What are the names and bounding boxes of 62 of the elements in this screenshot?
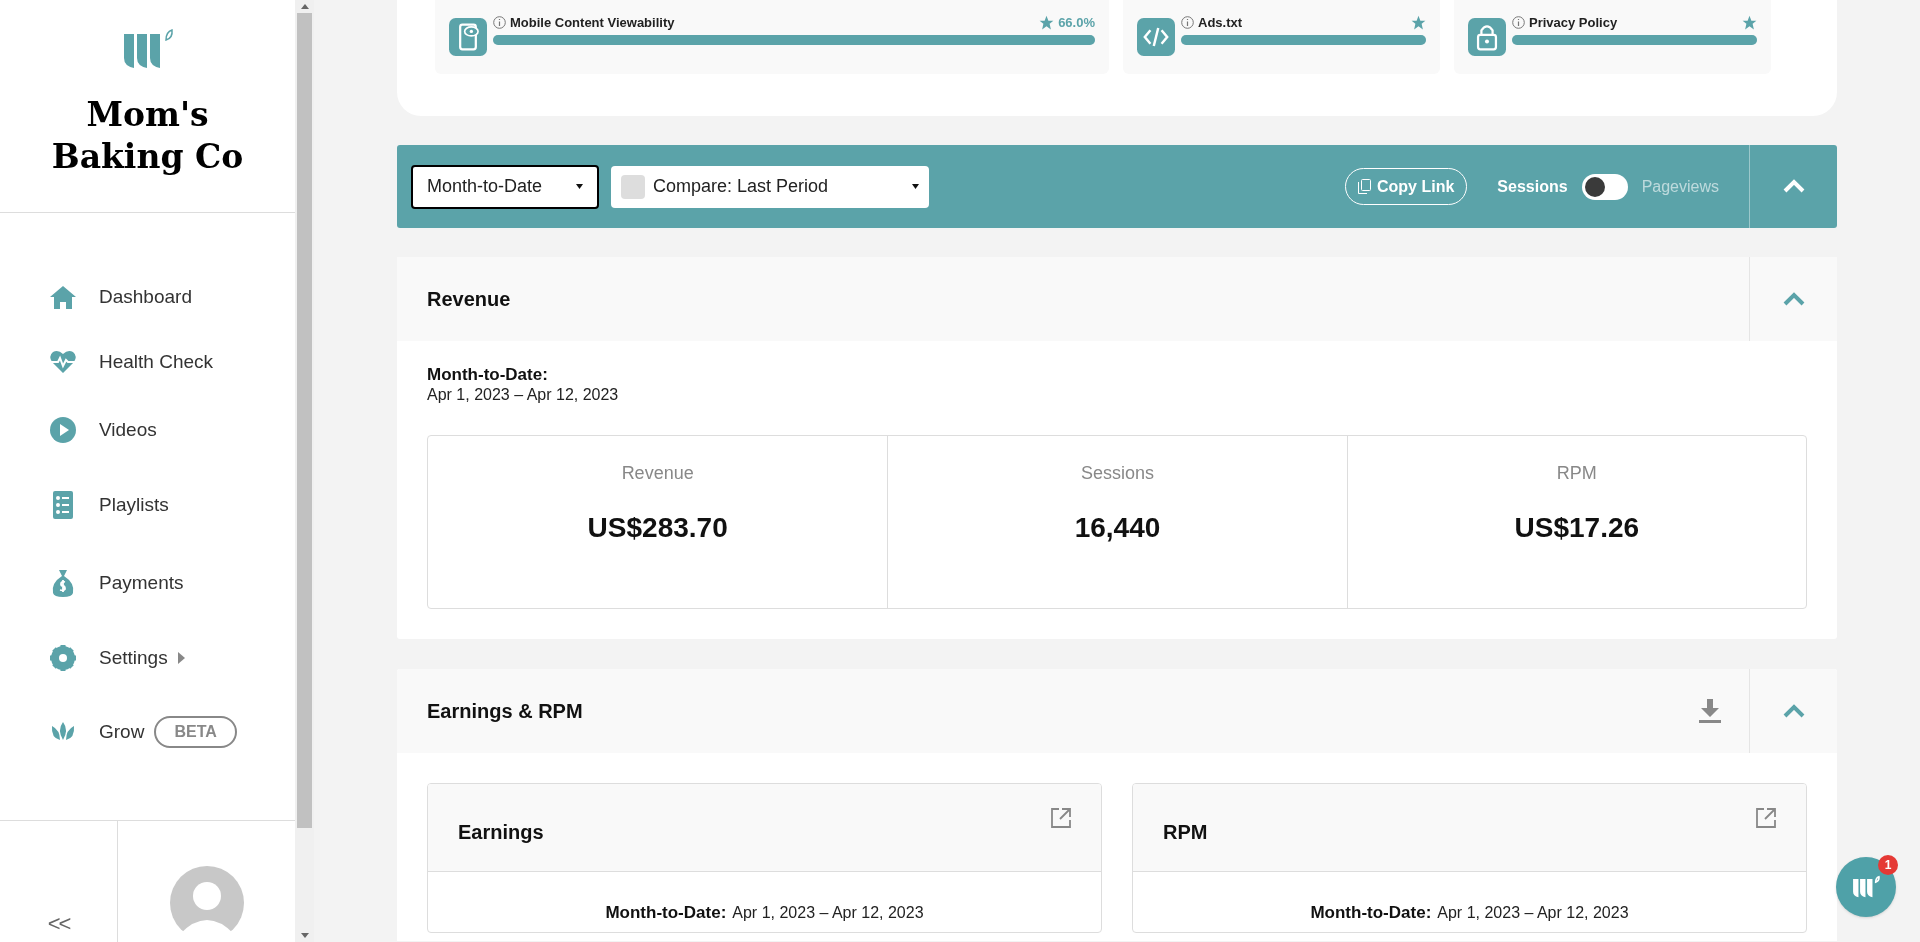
toggle-label: Sessions: [1497, 176, 1568, 197]
nav-item[interactable]: Payments: [0, 569, 295, 597]
score: 66.0%: [1058, 13, 1095, 32]
brand-name: Mom's Baking Co: [50, 94, 245, 178]
code-icon: [1137, 18, 1175, 56]
period-dates: Apr 1, 2023 – Apr 12, 2023: [427, 385, 620, 405]
chevron-up-icon: [1781, 703, 1806, 719]
period-dates: Apr 1, 2023 – Apr 12, 2023: [1437, 902, 1629, 923]
caret-down-icon: [576, 184, 583, 189]
card-title: RPM: [1163, 819, 1208, 845]
scroll-up-icon[interactable]: [300, 4, 309, 9]
view-toggle[interactable]: [1581, 173, 1628, 200]
nav-item[interactable]: Dashboard: [0, 283, 295, 311]
chevron-up-icon: [1781, 179, 1806, 194]
period-label: Month-to-Date:: [427, 365, 549, 385]
brand-logo-icon: [1852, 875, 1880, 899]
metric-label: Sessions: [1080, 462, 1154, 485]
copy-icon: [1358, 179, 1371, 194]
period-label: Month-to-Date:: [605, 902, 727, 924]
star-icon: [1742, 15, 1757, 30]
home-icon: [49, 283, 77, 311]
check-label: Ads.txt: [1198, 13, 1243, 32]
collapse-button[interactable]: <<: [47, 907, 70, 940]
external-link-icon[interactable]: [1051, 807, 1071, 828]
star-icon: [1039, 15, 1055, 30]
nav-item[interactable]: Playlists: [0, 491, 295, 519]
panel-title: Earnings & RPM: [427, 699, 583, 724]
card-title: Earnings: [458, 819, 544, 845]
settings-icon: [49, 644, 77, 672]
color-swatch: [621, 174, 645, 199]
metric-value: 16,440: [1074, 511, 1161, 545]
period-label: Month-to-Date:: [1310, 902, 1432, 924]
compare-dropdown[interactable]: Compare: Last Period: [611, 165, 929, 208]
brand-logo: [121, 28, 174, 70]
heartbeat-icon: [49, 348, 77, 376]
range-dropdown[interactable]: Month-to-Date: [411, 164, 599, 209]
info-icon[interactable]: [1512, 16, 1525, 29]
scroll-down-icon[interactable]: [300, 933, 309, 938]
panel-title: Revenue: [427, 287, 511, 312]
toggle-label: Pageviews: [1641, 176, 1719, 197]
metric-value: US$283.70: [587, 511, 728, 545]
metric-value: US$17.26: [1514, 511, 1640, 545]
play-icon: [49, 416, 77, 444]
download-icon[interactable]: [1699, 699, 1721, 723]
period-dates: Apr 1, 2023 – Apr 12, 2023: [732, 902, 924, 923]
check-label: Mobile Content Viewability: [510, 13, 675, 32]
info-icon[interactable]: [1181, 16, 1194, 29]
nav-item[interactable]: Settings: [0, 644, 295, 672]
lock-icon: [1468, 18, 1506, 56]
metric-label: Revenue: [621, 462, 694, 485]
chevron-up-icon: [1781, 291, 1806, 307]
info-icon[interactable]: [493, 16, 506, 29]
nav-item[interactable]: Health Check: [0, 348, 295, 376]
mobile-eye-icon: [449, 18, 487, 56]
caret-down-icon: [912, 184, 919, 189]
nav-item[interactable]: Videos: [0, 416, 295, 444]
nav-item[interactable]: Grow BETA: [0, 718, 295, 746]
metric-label: RPM: [1556, 462, 1597, 485]
star-icon: [1411, 15, 1426, 30]
external-link-icon[interactable]: [1756, 807, 1776, 828]
check-label: Privacy Policy: [1529, 13, 1618, 32]
beta-badge: BETA: [154, 716, 237, 748]
